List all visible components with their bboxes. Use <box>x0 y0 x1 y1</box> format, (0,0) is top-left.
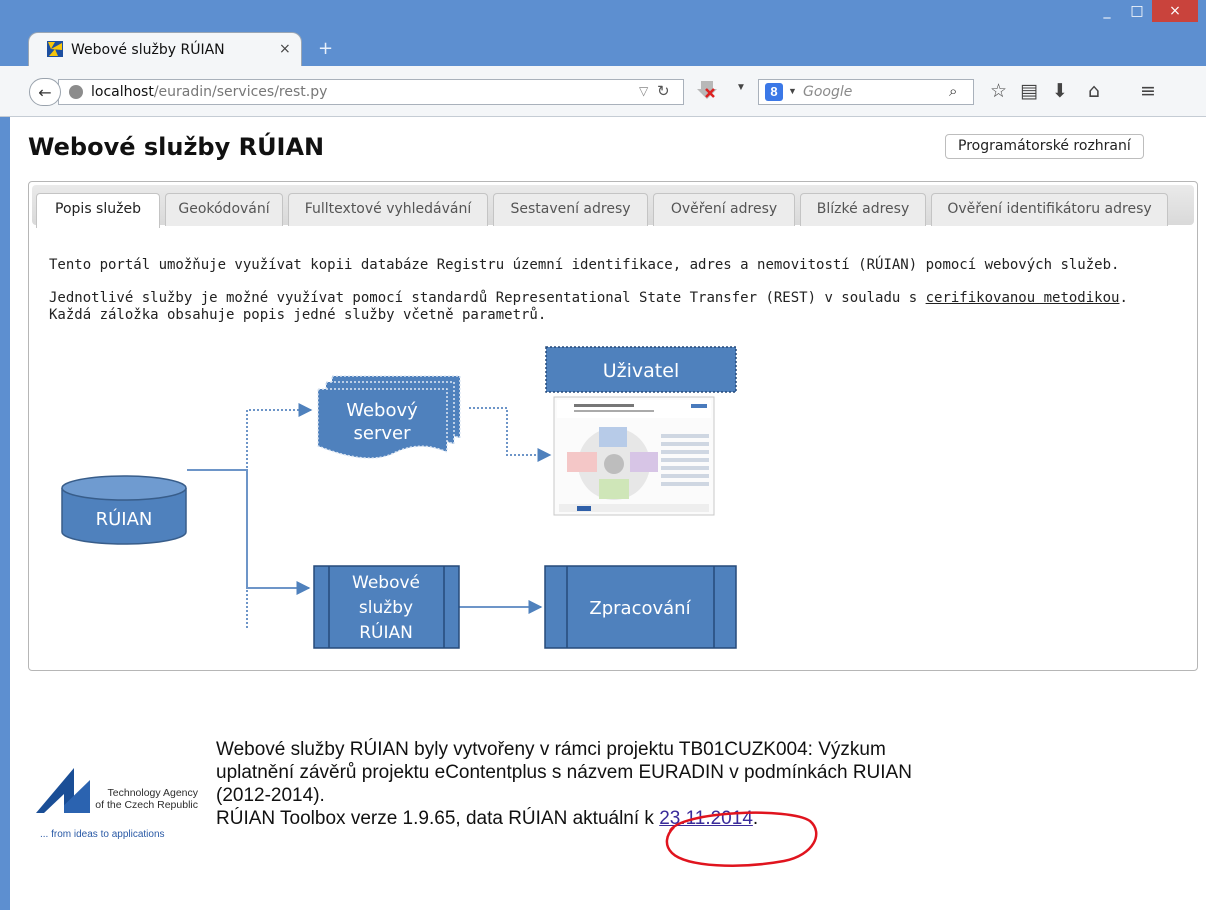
downloads-icon[interactable]: ⬇ <box>1052 80 1068 102</box>
tab-overeni-identifikatoru-adresy[interactable]: Ověření identifikátoru adresy <box>931 193 1168 226</box>
connector-to-portal <box>469 407 552 462</box>
tabs-header: Popis služeb Geokódování Fulltextové vyh… <box>32 185 1194 228</box>
url-path: /euradin/services/rest.py <box>153 84 328 100</box>
search-engine-icon[interactable]: 8 <box>765 83 783 101</box>
architecture-diagram: RÚIAN Webový server Uživatel Webové služ… <box>61 346 737 649</box>
search-bar[interactable]: 8 ▼ Google ⌕ <box>758 79 974 105</box>
bookmark-star-icon[interactable]: ☆ <box>990 80 1007 102</box>
red-annotation-circle <box>665 811 818 867</box>
technology-agency-logo: Technology Agency of the Czech Republic … <box>36 768 199 840</box>
tab-geokodovani[interactable]: Geokódování <box>165 193 283 226</box>
search-engine-dropdown-icon[interactable]: ▼ <box>788 86 797 96</box>
user-label: Uživatel <box>603 360 679 382</box>
tabs-panel: Popis služeb Geokódování Fulltextové vyh… <box>28 181 1198 671</box>
footer-line-2: uplatnění závěrů projektu eContentplus s… <box>216 762 912 783</box>
search-icon[interactable]: ⌕ <box>949 82 957 100</box>
connector-to-server <box>246 403 313 628</box>
site-identity-icon[interactable] <box>69 85 83 99</box>
page-title: Webové služby RÚIAN <box>28 133 325 161</box>
database-label: RÚIAN <box>96 508 153 530</box>
logo-line-1: Technology Agency <box>108 787 199 799</box>
intro-paragraph: Tento portál umožňuje využívat kopii dat… <box>49 257 1120 273</box>
intro-paragraph-2: Jednotlivé služby je možné využívat pomo… <box>49 290 1169 324</box>
footer-version-text: RÚIAN Toolbox verze 1.9.65, data RÚIAN a… <box>216 808 660 829</box>
url-host: localhost <box>91 84 154 100</box>
tab-fulltextove-vyhledavani[interactable]: Fulltextové vyhledávání <box>288 193 488 226</box>
bookmarks-menu-icon[interactable]: ▤ <box>1020 80 1038 102</box>
maximize-button[interactable]: □ <box>1122 0 1152 22</box>
tab-close-icon[interactable]: × <box>279 41 291 57</box>
web-server-label-1: Webový <box>346 400 418 421</box>
tab-content: Tento portál umožňuje využívat kopii dat… <box>49 257 1169 324</box>
window-controls: _ □ × <box>1092 0 1198 24</box>
tab-overeni-adresy[interactable]: Ověření adresy <box>653 193 795 226</box>
services-label-3: RÚIAN <box>359 621 413 643</box>
back-button[interactable]: ← <box>29 78 61 106</box>
portal-screenshot-thumbnail <box>553 396 715 516</box>
close-window-button[interactable]: × <box>1152 0 1198 22</box>
tab-title: Webové služby RÚIAN <box>71 42 225 58</box>
footer-line-4: RÚIAN Toolbox verze 1.9.65, data RÚIAN a… <box>216 807 976 830</box>
window-titlebar: _ □ × <box>0 0 1206 34</box>
addon-menu-icon[interactable]: ▼ <box>736 82 746 93</box>
navigation-toolbar: localhost/euradin/services/rest.py ▽ ↻ ←… <box>0 66 1206 117</box>
footer-line-3: (2012-2014). <box>216 785 325 806</box>
footer-text: Webové služby RÚIAN byly vytvořeny v rám… <box>216 738 976 830</box>
ruian-favicon-icon <box>47 41 63 57</box>
url-text[interactable]: localhost/euradin/services/rest.py <box>91 84 327 100</box>
logo-line-2: of the Czech Republic <box>95 799 198 811</box>
new-tab-button[interactable]: + <box>318 38 333 59</box>
web-server-label-2: server <box>354 423 412 444</box>
back-arrow-icon: ← <box>38 82 52 102</box>
services-label-2: služby <box>359 598 413 618</box>
url-history-dropdown-icon[interactable]: ▽ <box>639 84 648 98</box>
browser-tab[interactable]: Webové služby RÚIAN × <box>28 32 302 66</box>
tab-popis-sluzeb[interactable]: Popis služeb <box>36 193 160 228</box>
reload-icon[interactable]: ↻ <box>657 82 670 100</box>
footer-line-1: Webové služby RÚIAN byly vytvořeny v rám… <box>216 739 886 760</box>
logo-tagline: ... from ideas to applications <box>40 829 165 840</box>
api-button[interactable]: Programátorské rozhraní <box>945 134 1144 159</box>
home-icon[interactable]: ⌂ <box>1088 80 1100 102</box>
tab-sestaveni-adresy[interactable]: Sestavení adresy <box>493 193 648 226</box>
menu-icon[interactable]: ≡ <box>1140 80 1156 102</box>
methodology-link[interactable]: cerifikovanou metodikou <box>926 290 1120 306</box>
services-label-1: Webové <box>352 573 420 593</box>
url-bar[interactable]: localhost/euradin/services/rest.py ▽ ↻ <box>58 79 684 105</box>
page-content: Webové služby RÚIAN Programátorské rozhr… <box>10 117 1206 910</box>
tab-blizke-adresy[interactable]: Blízké adresy <box>800 193 926 226</box>
processing-label: Zpracování <box>589 598 691 619</box>
addon-download-icon[interactable] <box>697 79 717 101</box>
search-input[interactable]: Google <box>803 84 852 100</box>
intro-text: Jednotlivé služby je možné využívat pomo… <box>49 290 926 306</box>
minimize-button[interactable]: _ <box>1092 0 1122 22</box>
